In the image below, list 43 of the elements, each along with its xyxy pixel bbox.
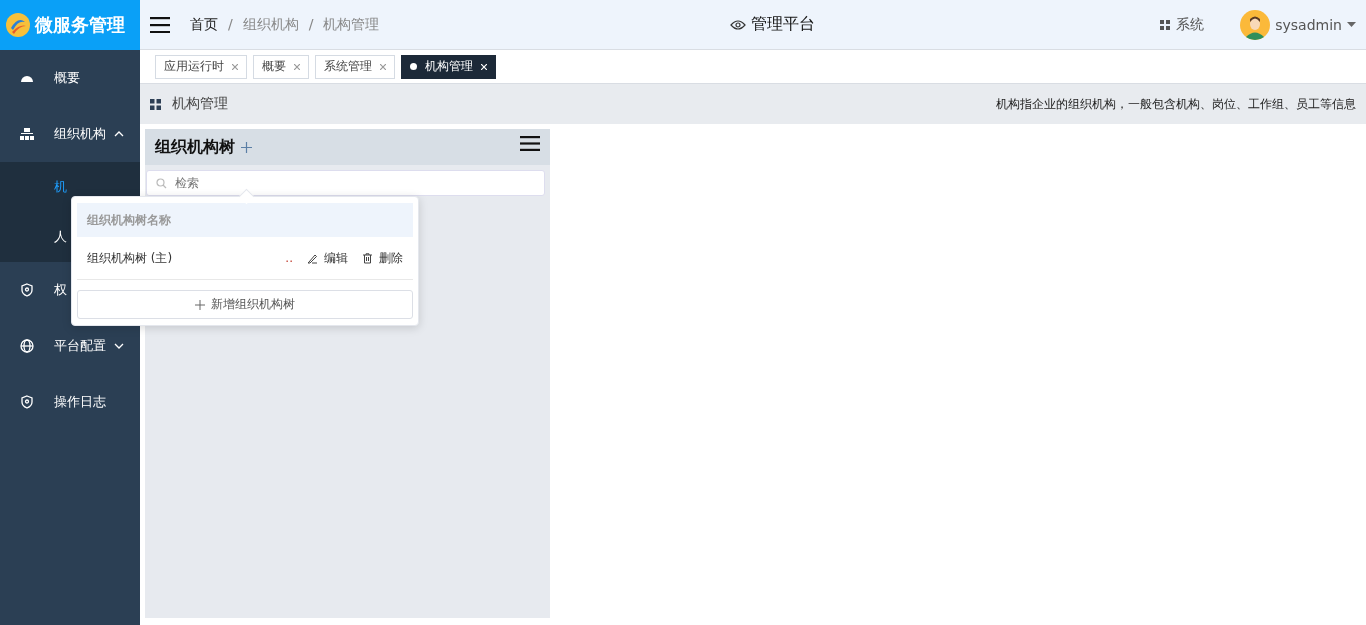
menu-icon[interactable] — [150, 16, 170, 33]
grid-icon — [1160, 19, 1171, 30]
globe-icon — [20, 339, 34, 353]
delete-link[interactable]: 删除 — [362, 249, 403, 267]
sidebar-item[interactable]: 平台配置 — [0, 318, 140, 374]
page-title: 机构管理 — [172, 95, 228, 113]
logo-icon — [5, 12, 31, 38]
panel-title: 组织机构树 — [155, 136, 235, 158]
caret-icon — [1347, 22, 1356, 27]
page-description: 机构指企业的组织机构，一般包含机构、岗位、工作组、员工等信息 — [996, 95, 1356, 113]
grid-icon — [150, 98, 161, 110]
table-cell-text: 组织机构树 (主) — [87, 249, 174, 267]
search-field[interactable]: 检索 — [146, 170, 545, 196]
platform-title: 管理平台 — [751, 14, 815, 35]
breadcrumb-separator: / — [228, 15, 233, 34]
eye-icon — [730, 19, 746, 30]
column-header: 组织机构树名称 — [77, 203, 413, 237]
breadcrumb-link[interactable]: 首页 — [190, 15, 218, 34]
page-tab[interactable]: 机构管理 — [401, 54, 496, 79]
search-icon — [156, 178, 167, 189]
more-link[interactable]: .. — [285, 251, 293, 265]
page-tab[interactable]: 概要 — [253, 54, 309, 79]
shield-icon — [20, 283, 34, 297]
sidebar-item[interactable]: 概要 — [0, 50, 140, 106]
add-icon[interactable] — [241, 141, 252, 153]
sidebar-item[interactable]: 操作日志 — [0, 374, 140, 430]
logo-title: 微服务管理 — [35, 13, 125, 37]
avatar-icon — [1240, 9, 1271, 40]
menu-icon[interactable] — [520, 135, 540, 151]
edit-link[interactable]: 编辑 — [307, 249, 348, 267]
plus-icon — [195, 299, 205, 310]
shield-icon — [20, 395, 34, 409]
sidebar-item[interactable]: 组织机构 — [0, 106, 140, 162]
active-dot-icon — [410, 63, 417, 70]
trash-icon — [362, 252, 373, 264]
add-tree-button[interactable]: 新增组织机构树 — [77, 290, 413, 319]
system-menu[interactable]: 系统 — [1160, 15, 1205, 34]
hierarchy-icon — [20, 127, 34, 141]
pencil-icon — [307, 252, 318, 264]
user-menu[interactable]: sysadmin — [1240, 9, 1356, 40]
page-tab[interactable]: 应用运行时 — [155, 54, 247, 79]
page-tab[interactable]: 系统管理 — [315, 54, 395, 79]
breadcrumb-separator: / — [308, 15, 314, 34]
